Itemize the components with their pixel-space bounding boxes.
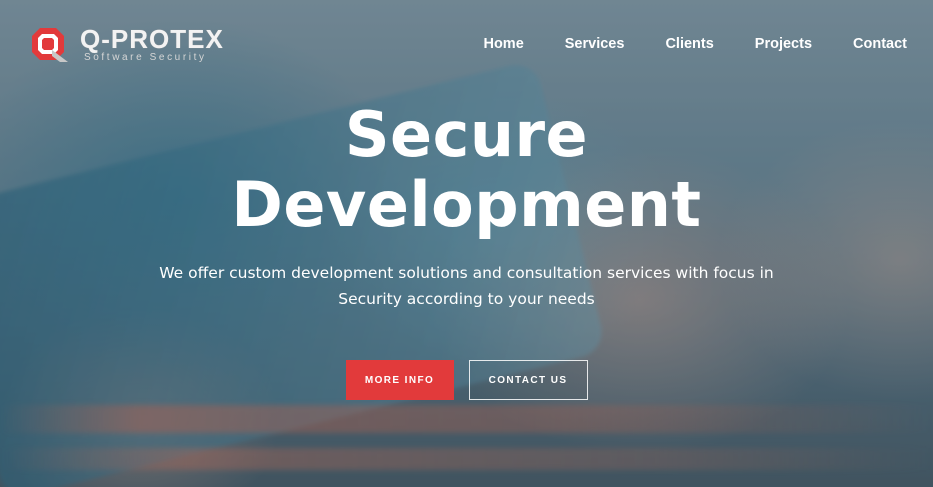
brand-name: Q-PROTEX — [80, 23, 224, 54]
nav-item-projects[interactable]: Projects — [755, 36, 812, 52]
nav-item-services[interactable]: Services — [565, 36, 625, 52]
brand-tagline: Software Security — [84, 51, 207, 63]
nav-item-contact[interactable]: Contact — [853, 36, 907, 52]
hero-title-line-2: Development — [231, 168, 702, 241]
more-info-button[interactable]: MORE INFO — [345, 360, 454, 400]
brand-text: Q-PROTEX Software Security — [80, 26, 224, 63]
hero-title: Secure Development — [227, 100, 707, 240]
cta-buttons: MORE INFO CONTACT US — [0, 360, 933, 400]
hero-title-line-1: Secure — [344, 98, 589, 171]
hero-section: Secure Development We offer custom devel… — [0, 100, 933, 400]
brand-logo[interactable]: Q-PROTEX Software Security — [30, 24, 224, 64]
main-nav: Home Services Clients Projects Contact — [442, 36, 907, 52]
nav-item-home[interactable]: Home — [483, 36, 523, 52]
site-header: Q-PROTEX Software Security Home Services… — [0, 0, 933, 90]
nav-item-clients[interactable]: Clients — [665, 36, 713, 52]
hero-subtitle: We offer custom development solutions an… — [159, 264, 774, 308]
contact-us-button[interactable]: CONTACT US — [468, 360, 588, 400]
shield-logo-icon — [32, 28, 68, 62]
